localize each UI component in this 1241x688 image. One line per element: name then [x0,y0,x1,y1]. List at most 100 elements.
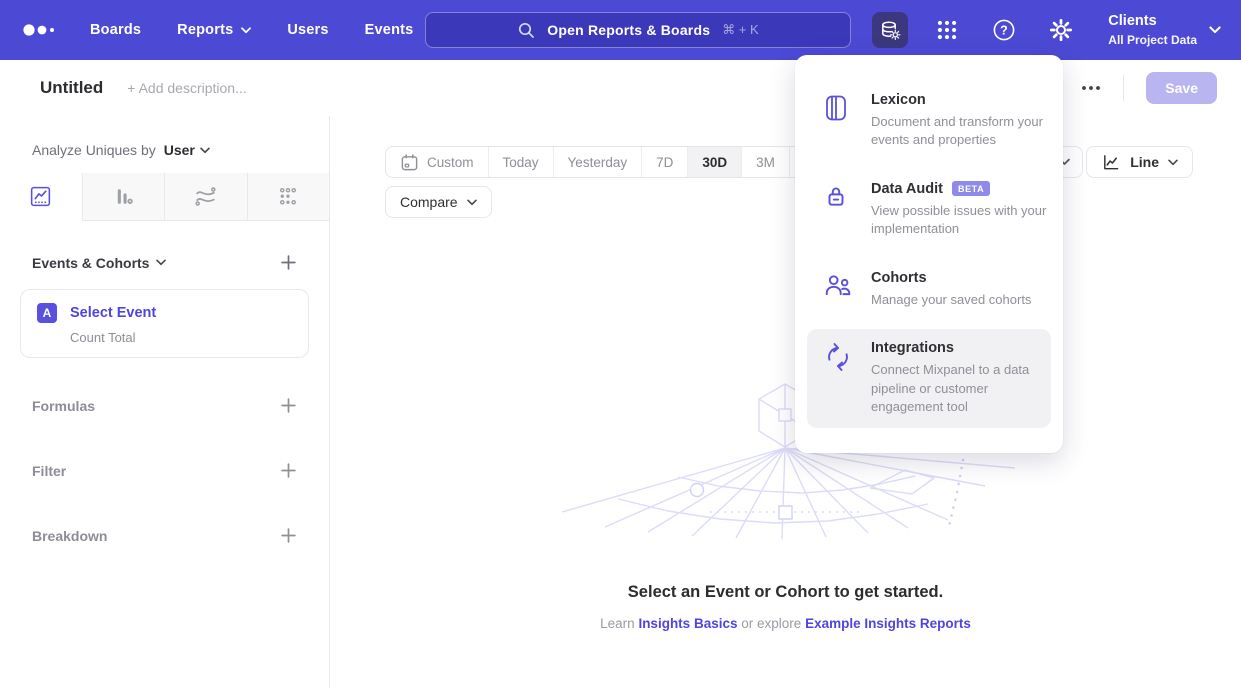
project-name: All Project Data [1108,32,1197,48]
global-search-input[interactable]: Open Reports & Boards ⌘ + K [425,12,851,48]
range-3m-label: 3M [756,155,775,170]
range-7d[interactable]: 7D [641,147,687,177]
nav-item-reports[interactable]: Reports [177,22,251,38]
data-audit-description: View possible issues with your implement… [871,202,1047,239]
tab-stacked-chart[interactable] [164,173,247,221]
search-placeholder: Open Reports & Boards [547,22,710,38]
search-shortcut: ⌘ + K [722,22,759,38]
chevron-down-icon[interactable] [200,147,210,154]
plus-icon [280,462,297,479]
cohorts-description: Manage your saved cohorts [871,291,1047,309]
chart-type-label: Line [1130,154,1159,170]
nav-left: Boards Reports Users Events [22,0,449,60]
add-filter-button[interactable] [280,462,297,479]
example-reports-link[interactable]: Example Insights Reports [805,616,971,631]
range-30d-label: 30D [702,155,727,170]
menu-item-title: Data Audit BETA [871,181,1047,197]
chart-type-dropdown[interactable]: Line [1086,146,1193,178]
filter-row: Filter [32,462,297,479]
range-custom-label: Custom [427,155,474,170]
lexicon-title: Lexicon [871,92,926,108]
cohorts-icon [823,270,853,309]
chevron-down-icon [156,259,166,266]
compare-button[interactable]: Compare [385,186,492,218]
calendar-icon [400,153,419,172]
analyze-value-dropdown[interactable]: User [164,142,195,158]
integrations-title: Integrations [871,340,954,356]
tab-line-chart[interactable] [0,173,82,221]
data-management-menu: Lexicon Document and transform your even… [795,55,1063,453]
plus-icon [280,397,297,414]
search-icon [517,21,535,39]
query-sidebar: Analyze Uniques by User [0,116,330,688]
chevron-down-icon [1168,159,1178,166]
add-breakdown-button[interactable] [280,527,297,544]
chart-type-tabs [0,173,329,221]
menu-item-data-audit[interactable]: Data Audit BETA View possible issues wit… [807,170,1051,250]
tab-bar-chart[interactable] [82,173,165,221]
report-title[interactable]: Untitled [40,78,103,98]
cohorts-title: Cohorts [871,270,927,286]
menu-item-title: Cohorts [871,270,1047,286]
event-aggregation-label[interactable]: Count Total [70,330,292,345]
nav-item-boards[interactable]: Boards [90,22,141,38]
plus-icon [280,527,297,544]
integrations-icon [823,340,853,416]
mixpanel-logo-icon[interactable] [22,23,56,37]
line-chart-icon [1101,153,1121,172]
breakdown-header: Breakdown [32,528,107,544]
app-window: Boards Reports Users Events Open Reports… [0,0,1241,688]
divider [1123,75,1124,101]
analyze-uniques-row: Analyze Uniques by User [32,142,297,158]
range-yesterday[interactable]: Yesterday [553,147,642,177]
range-custom[interactable]: Custom [386,147,488,177]
account-labels: Clients All Project Data [1108,12,1197,48]
analyze-prefix: Analyze Uniques by [32,142,156,158]
insights-basics-link[interactable]: Insights Basics [638,616,737,631]
chevron-down-icon [1209,26,1221,34]
nav-item-events[interactable]: Events [365,22,414,38]
nav-item-users[interactable]: Users [287,22,328,38]
apps-grid-button[interactable] [929,12,965,48]
select-event-label[interactable]: Select Event [70,305,156,321]
menu-item-text: Data Audit BETA View possible issues wit… [871,181,1047,239]
add-event-button[interactable] [280,254,297,271]
range-today[interactable]: Today [488,147,553,177]
compare-label: Compare [400,194,458,210]
line-chart-icon [28,184,53,209]
range-30d[interactable]: 30D [687,147,741,177]
nav-item-users-label: Users [287,22,328,38]
menu-item-text: Integrations Connect Mixpanel to a data … [871,340,1047,416]
help-button[interactable]: ? [986,12,1022,48]
event-card[interactable]: A Select Event Count Total [20,289,309,358]
data-management-button[interactable] [872,12,908,48]
filter-header: Filter [32,463,66,479]
tab-metric[interactable] [247,173,330,221]
project-switcher[interactable]: Clients All Project Data [1100,12,1221,48]
menu-item-integrations[interactable]: Integrations Connect Mixpanel to a data … [807,329,1051,427]
events-cohorts-header[interactable]: Events & Cohorts [32,255,166,271]
data-audit-title: Data Audit [871,181,943,197]
beta-badge: BETA [952,181,990,196]
report-description-placeholder[interactable]: + Add description... [127,80,246,96]
nav-item-events-label: Events [365,22,414,38]
range-yesterday-label: Yesterday [568,155,628,170]
range-3m[interactable]: 3M [741,147,789,177]
bar-chart-icon [111,184,136,209]
add-formula-button[interactable] [280,397,297,414]
chevron-down-icon [467,199,477,206]
save-button[interactable]: Save [1146,72,1217,104]
lexicon-icon [823,92,853,150]
formulas-row: Formulas [32,397,297,414]
database-gear-icon [879,19,901,41]
events-cohorts-label: Events & Cohorts [32,255,149,271]
svg-text:?: ? [1000,23,1008,37]
menu-item-lexicon[interactable]: Lexicon Document and transform your even… [807,81,1051,161]
help-icon: ? [991,17,1017,43]
menu-item-cohorts[interactable]: Cohorts Manage your saved cohorts [807,259,1051,320]
events-cohorts-row: Events & Cohorts [32,254,297,271]
stacked-flow-icon [193,184,218,209]
settings-button[interactable] [1043,12,1079,48]
integrations-description: Connect Mixpanel to a data pipeline or c… [871,361,1047,416]
more-options-icon[interactable] [1081,85,1101,91]
